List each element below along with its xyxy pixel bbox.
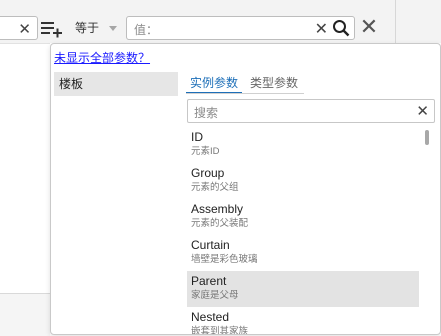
clear-icon[interactable]: ✕ [315, 19, 328, 39]
param-desc: 墙壁是彩色玻璃 [191, 254, 258, 265]
param-list: ID 元素ID Group 元素的父组 Assembly 元素的父装配 Curt… [187, 127, 419, 334]
parameter-picker-popup: 未显示全部参数？ 楼板 实例参数 类型参数 搜索 ✕ ID 元素ID Group… [50, 43, 441, 335]
param-desc: 嵌套到其家族 [191, 326, 249, 334]
param-desc: 元素ID [191, 146, 220, 157]
param-name: Curtain [191, 238, 230, 252]
background-panel [0, 43, 50, 336]
operator-select[interactable]: 等于 [70, 16, 122, 40]
param-search-input[interactable]: 搜索 ✕ [187, 99, 435, 123]
tab-underline [186, 93, 304, 94]
list-item[interactable]: ID 元素ID [187, 127, 419, 163]
search-placeholder: 搜索 [194, 106, 219, 120]
search-icon[interactable] [332, 19, 350, 37]
tab-type-params[interactable]: 类型参数 [246, 74, 302, 94]
operator-label: 等于 [75, 21, 100, 35]
list-item[interactable]: Parent 家庭是父母 [187, 271, 419, 307]
list-item[interactable]: Assembly 元素的父装配 [187, 199, 419, 235]
param-desc: 家庭是父母 [191, 290, 239, 301]
param-name: Group [191, 166, 225, 180]
category-list: 楼板 [54, 72, 178, 334]
param-name: ID [191, 130, 203, 144]
list-item[interactable]: Group 元素的父组 [187, 163, 419, 199]
divider [395, 0, 396, 43]
show-hidden-params-link[interactable]: 未显示全部参数？ [54, 49, 150, 66]
parameter-input[interactable]: ✕ [0, 16, 38, 40]
list-item[interactable]: Nested 嵌套到其家族 [187, 307, 419, 334]
list-add-icon[interactable] [40, 17, 64, 41]
clear-icon[interactable]: ✕ [416, 102, 429, 120]
category-item-floor[interactable]: 楼板 [54, 72, 178, 96]
param-desc: 元素的父组 [191, 182, 239, 193]
filter-bar: ✕ 等于 值： ✕ ✕ [0, 0, 441, 43]
value-placeholder: 值： [134, 23, 159, 37]
background-footer [0, 294, 50, 336]
param-name: Nested [191, 310, 230, 324]
param-name: Parent [191, 274, 227, 288]
scrollbar[interactable] [425, 130, 429, 145]
chevron-down-icon [109, 26, 117, 31]
close-icon[interactable]: ✕ [357, 14, 381, 40]
list-item[interactable]: Curtain 墙壁是彩色玻璃 [187, 235, 419, 271]
param-desc: 元素的父装配 [191, 218, 249, 229]
tab-instance-params[interactable]: 实例参数 [186, 74, 243, 94]
param-name: Assembly [191, 202, 244, 216]
param-tabs: 实例参数 类型参数 [186, 72, 306, 94]
clear-icon[interactable]: ✕ [18, 20, 31, 38]
value-input[interactable]: 值： ✕ [126, 16, 355, 40]
parameter-pane: 实例参数 类型参数 搜索 ✕ ID 元素ID Group 元素的父组 Assem… [186, 72, 439, 334]
